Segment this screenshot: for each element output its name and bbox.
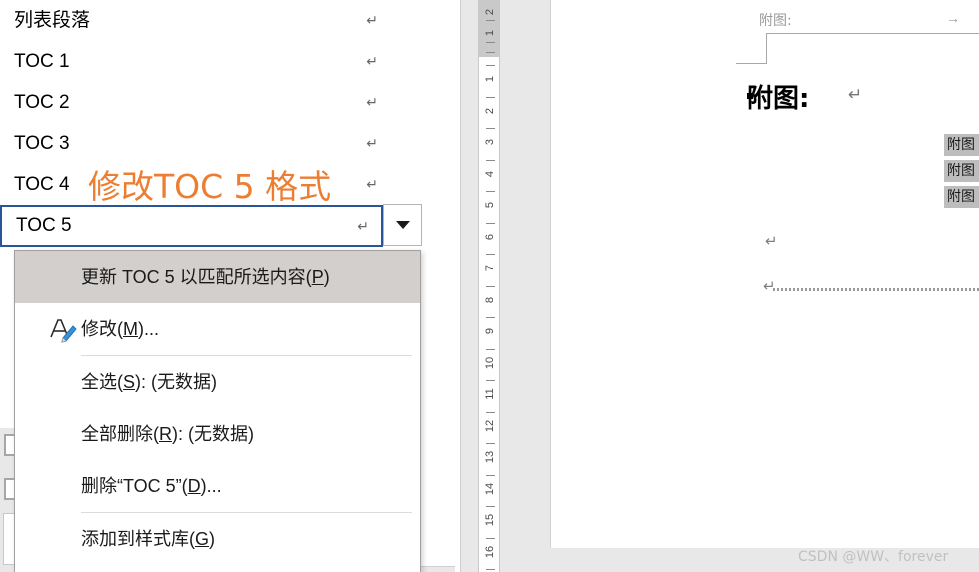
style-item-0[interactable]: 列表段落 ↵ <box>0 0 430 41</box>
ruler-gutter <box>460 0 479 572</box>
styles-pane: ▮ 列表段落 ↵ TOC 1 ↵ TOC 2 ↵ TOC 3 ↵ TOC 4 ↵ <box>0 0 455 572</box>
ruler-number: 10 <box>484 356 496 370</box>
ruler-number: 7 <box>484 264 496 272</box>
ruler-tick <box>486 443 495 444</box>
pilcrow-icon: ↵ <box>765 233 778 250</box>
document-area: 附图: → 附图: ↵ 附图 1: 受 附图 2: 受 附图 3: . ↵ ↵ <box>500 0 979 572</box>
ruler-tick <box>486 223 495 224</box>
ruler-number: 2 <box>484 107 496 115</box>
style-item-label: TOC 3 <box>14 133 70 154</box>
ruler-number: 16 <box>484 545 496 559</box>
menu-item-label: 全部删除(R): (无数据) <box>81 424 254 444</box>
style-item-2[interactable]: TOC 2 ↵ <box>0 82 430 123</box>
ruler-number: 15 <box>484 513 496 527</box>
modify-style-icon <box>50 319 77 343</box>
document-heading: 附图: <box>747 84 810 114</box>
ruler-number: 13 <box>484 450 496 464</box>
ruler-tick <box>486 538 495 539</box>
ruler-number: 12 <box>484 419 496 433</box>
ruler-tick <box>486 52 495 53</box>
ruler-tick <box>486 506 495 507</box>
header-underline <box>766 33 979 34</box>
section-break-line <box>773 288 979 291</box>
ruler-tick <box>486 65 495 66</box>
ruler-tick <box>486 97 495 98</box>
toc-entry-3[interactable]: 附图 3: . <box>944 186 979 208</box>
menu-item-remove-all[interactable]: 全部删除(R): (无数据) <box>15 408 420 460</box>
style-item-label: TOC 1 <box>14 51 70 72</box>
ruler-tick <box>486 317 495 318</box>
annotation-text: 修改TOC 5 格式 <box>88 167 332 206</box>
ruler-tick <box>486 569 495 570</box>
ruler-tick <box>486 20 495 21</box>
menu-item-label: 全选(S): (无数据) <box>81 372 217 392</box>
style-item-1[interactable]: TOC 1 ↵ <box>0 41 430 82</box>
ruler-margin-number: 1 <box>484 29 496 37</box>
page-header-text: 附图: <box>759 13 792 29</box>
word-styles-context-menu-screen: ▮ 列表段落 ↵ TOC 1 ↵ TOC 2 ↵ TOC 3 ↵ TOC 4 ↵ <box>0 0 979 572</box>
menu-item-label: 添加到样式库(G) <box>81 529 216 549</box>
ruler-tick <box>486 380 495 381</box>
ruler-number: 9 <box>484 327 496 335</box>
toc-entry-1[interactable]: 附图 1: 受 <box>944 134 979 156</box>
style-item-label: TOC 4 <box>14 174 70 195</box>
pilcrow-icon: ↵ <box>366 94 378 110</box>
ruler-tick <box>486 128 495 129</box>
menu-item-label: 修改(M)... <box>81 319 159 339</box>
style-item-label: TOC 5 <box>16 215 72 236</box>
pilcrow-icon: ↵ <box>366 176 378 192</box>
pilcrow-icon: ↵ <box>357 218 369 234</box>
pilcrow-icon: ↵ <box>763 278 776 295</box>
ruler-number: 4 <box>484 170 496 178</box>
ruler-tick <box>486 191 495 192</box>
tab-arrow-icon: → <box>946 10 960 26</box>
ruler-number: 6 <box>484 233 496 241</box>
ruler-number: 5 <box>484 201 496 209</box>
style-item-3[interactable]: TOC 3 ↵ <box>0 123 430 164</box>
toc-entry-2[interactable]: 附图 2: 受 <box>944 160 979 182</box>
menu-item-delete-style[interactable]: 删除“TOC 5”(D)... <box>15 460 420 512</box>
ruler-number: 3 <box>484 138 496 146</box>
margin-corner-vertical <box>766 33 767 63</box>
menu-item-update-to-match[interactable]: 更新 TOC 5 以匹配所选内容(P) <box>15 251 420 303</box>
ruler-tick <box>486 349 495 350</box>
ruler-tick <box>486 160 495 161</box>
menu-item-label: 删除“TOC 5”(D)... <box>81 476 222 496</box>
style-item-label: TOC 2 <box>14 92 70 113</box>
pilcrow-icon: ↵ <box>366 135 378 151</box>
menu-item-label: 更新 TOC 5 以匹配所选内容(P) <box>81 267 330 287</box>
styles-list: 列表段落 ↵ TOC 1 ↵ TOC 2 ↵ TOC 3 ↵ TOC 4 ↵ T… <box>0 0 430 247</box>
pilcrow-icon: ↵ <box>366 12 378 28</box>
ruler-number: 8 <box>484 296 496 304</box>
ruler-tick <box>486 254 495 255</box>
ruler-number: 14 <box>484 482 496 496</box>
pilcrow-icon: ↵ <box>366 53 378 69</box>
chevron-down-icon[interactable] <box>383 204 422 246</box>
style-item-toc5-selected[interactable]: TOC 5 ↵ <box>0 205 383 247</box>
menu-item-select-all[interactable]: 全选(S): (无数据) <box>15 356 420 408</box>
ruler-number: 11 <box>484 388 496 400</box>
ruler-tick <box>486 286 495 287</box>
margin-corner-horizontal <box>736 63 767 64</box>
watermark-text: CSDN @WW、forever <box>798 549 949 565</box>
menu-item-modify[interactable]: 修改(M)... <box>15 303 420 355</box>
ruler-tick <box>486 475 495 476</box>
document-page[interactable]: 附图: → 附图: ↵ 附图 1: 受 附图 2: 受 附图 3: . ↵ ↵ <box>550 0 979 548</box>
pilcrow-icon: ↵ <box>848 85 863 104</box>
ruler-number: 1 <box>484 75 496 83</box>
ruler-tick <box>486 412 495 413</box>
menu-item-add-to-gallery[interactable]: 添加到样式库(G) <box>15 513 420 565</box>
style-item-label: 列表段落 <box>14 10 91 31</box>
style-context-menu: 更新 TOC 5 以匹配所选内容(P) 修改(M)... 全选(S): (无数据… <box>14 250 421 572</box>
ruler-tick <box>486 42 495 43</box>
vertical-ruler[interactable]: 2 1 1 2 3 4 5 6 7 8 9 10 11 12 13 14 15 16 <box>478 0 500 572</box>
chevron-down-glyph <box>395 221 410 229</box>
